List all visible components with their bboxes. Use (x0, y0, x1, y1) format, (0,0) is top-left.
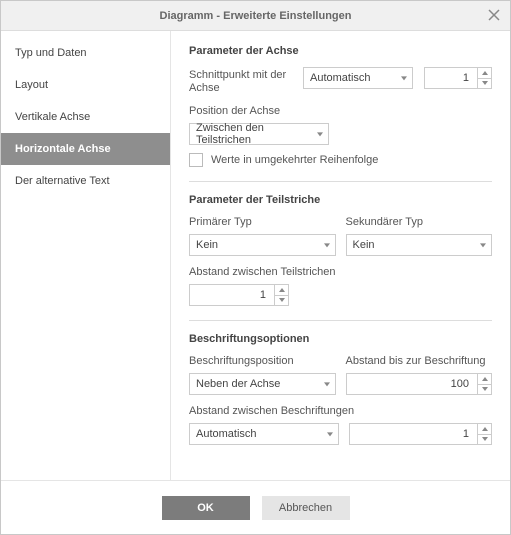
sidebar-item-horizontal-axis[interactable]: Horizontale Achse (1, 133, 170, 165)
tick-interval-spinner[interactable]: 1 (189, 284, 289, 306)
label-distance-label: Abstand bis zur Beschriftung (346, 355, 493, 367)
spin-controls (477, 424, 491, 444)
reverse-order-checkbox[interactable] (189, 153, 203, 167)
intersection-label: Schnittpunkt mit der Achse (189, 67, 293, 95)
intersection-value: 1 (425, 72, 473, 84)
intersection-mode-value: Automatisch (310, 72, 371, 84)
primary-type-label: Primärer Typ (189, 216, 336, 228)
content-pane: Parameter der Achse Schnittpunkt mit der… (171, 31, 510, 480)
sidebar-item-type-data[interactable]: Typ und Daten (1, 37, 170, 69)
label-interval-field: Abstand zwischen Beschriftungen Automati… (189, 405, 492, 445)
spin-up-icon[interactable] (478, 68, 491, 78)
tick-type-row: Primärer Typ Kein Sekundärer Typ Kein (189, 216, 492, 256)
label-distance-value: 100 (347, 378, 474, 390)
secondary-type-label: Sekundärer Typ (346, 216, 493, 228)
label-interval-row: Automatisch 1 (189, 423, 492, 445)
sidebar-item-layout[interactable]: Layout (1, 69, 170, 101)
label-position-row: Beschriftungsposition Neben der Achse Ab… (189, 355, 492, 395)
secondary-type-select[interactable]: Kein (346, 234, 493, 256)
tick-interval-label: Abstand zwischen Teilstrichen (189, 266, 492, 278)
spin-down-icon[interactable] (478, 384, 491, 395)
sidebar-item-alt-text[interactable]: Der alternative Text (1, 165, 170, 197)
primary-type-field: Primärer Typ Kein (189, 216, 336, 256)
label-position-select[interactable]: Neben der Achse (189, 373, 336, 395)
label-interval-value: 1 (350, 428, 474, 440)
ok-button[interactable]: OK (162, 496, 250, 520)
secondary-type-value: Kein (353, 239, 375, 251)
axis-position-field: Position der Achse Zwischen den Teilstri… (189, 105, 492, 145)
spin-up-icon[interactable] (275, 285, 288, 295)
sidebar-item-vertical-axis[interactable]: Vertikale Achse (1, 101, 170, 133)
axis-position-value: Zwischen den Teilstrichen (196, 122, 310, 146)
spin-down-icon[interactable] (478, 78, 491, 89)
label-position-label: Beschriftungsposition (189, 355, 336, 367)
dialog: Diagramm - Erweiterte Einstellungen Typ … (0, 0, 511, 535)
dialog-footer: OK Abbrechen (1, 480, 510, 534)
intersection-value-spinner[interactable]: 1 (424, 67, 492, 89)
axis-params-title: Parameter der Achse (189, 45, 492, 57)
label-interval-spinner[interactable]: 1 (349, 423, 493, 445)
tick-interval-field: Abstand zwischen Teilstrichen 1 (189, 266, 492, 306)
spin-controls (274, 285, 288, 305)
label-position-value: Neben der Achse (196, 378, 280, 390)
tick-interval-value: 1 (190, 289, 270, 301)
secondary-type-field: Sekundärer Typ Kein (346, 216, 493, 256)
label-interval-mode-select[interactable]: Automatisch (189, 423, 339, 445)
titlebar: Diagramm - Erweiterte Einstellungen (1, 1, 510, 31)
spin-down-icon[interactable] (478, 434, 491, 445)
divider (189, 320, 492, 321)
spin-down-icon[interactable] (275, 295, 288, 306)
spin-up-icon[interactable] (478, 424, 491, 434)
axis-position-select[interactable]: Zwischen den Teilstrichen (189, 123, 329, 145)
intersection-mode-select[interactable]: Automatisch (303, 67, 413, 89)
label-interval-mode-value: Automatisch (196, 428, 257, 440)
spin-controls (477, 374, 491, 394)
tick-params-title: Parameter der Teilstriche (189, 194, 492, 206)
close-button[interactable] (486, 7, 502, 23)
dialog-title: Diagramm - Erweiterte Einstellungen (160, 10, 352, 22)
label-distance-spinner[interactable]: 100 (346, 373, 493, 395)
axis-position-label: Position der Achse (189, 105, 492, 117)
sidebar: Typ und Daten Layout Vertikale Achse Hor… (1, 31, 171, 480)
label-interval-label: Abstand zwischen Beschriftungen (189, 405, 492, 417)
cancel-button[interactable]: Abbrechen (262, 496, 350, 520)
close-icon (488, 9, 500, 21)
label-options-title: Beschriftungsoptionen (189, 333, 492, 345)
reverse-order-row: Werte in umgekehrter Reihenfolge (189, 153, 492, 167)
intersection-row: Schnittpunkt mit der Achse Automatisch 1 (189, 67, 492, 95)
divider (189, 181, 492, 182)
dialog-body: Typ und Daten Layout Vertikale Achse Hor… (1, 31, 510, 480)
label-position-field: Beschriftungsposition Neben der Achse (189, 355, 336, 395)
label-distance-field: Abstand bis zur Beschriftung 100 (346, 355, 493, 395)
spin-controls (477, 68, 491, 88)
primary-type-select[interactable]: Kein (189, 234, 336, 256)
spin-up-icon[interactable] (478, 374, 491, 384)
primary-type-value: Kein (196, 239, 218, 251)
reverse-order-label: Werte in umgekehrter Reihenfolge (211, 154, 378, 166)
